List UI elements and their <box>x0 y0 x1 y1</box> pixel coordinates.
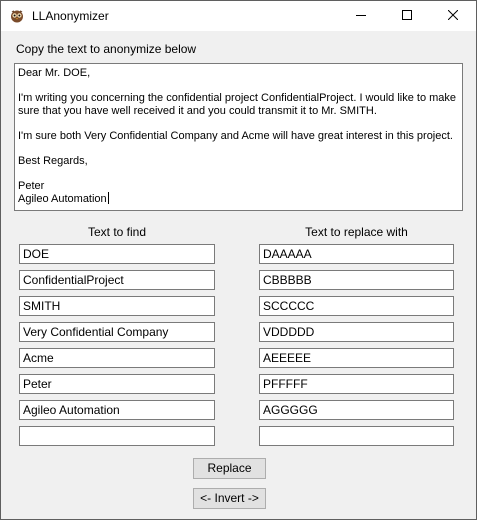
window-title: LLAnonymizer <box>32 9 109 23</box>
replace-field-5[interactable]: AEEEEE <box>259 348 454 368</box>
text-line: I'm sure both Very Confidential Company … <box>18 129 453 142</box>
text-line <box>18 142 459 155</box>
title-bar[interactable]: LLAnonymizer <box>1 1 476 31</box>
replace-field-2[interactable]: CBBBBB <box>259 270 454 290</box>
find-field-8[interactable] <box>19 426 215 446</box>
find-field-7[interactable]: Agileo Automation <box>19 400 215 420</box>
find-field-2[interactable]: ConfidentialProject <box>19 270 215 290</box>
replace-column-header: Text to replace with <box>305 225 408 239</box>
input-textarea[interactable]: Dear Mr. DOE, I'm writing you concerning… <box>14 63 463 211</box>
replace-field-1[interactable]: DAAAAA <box>259 244 454 264</box>
minimize-icon <box>356 9 366 23</box>
find-column-header: Text to find <box>87 225 147 239</box>
text-line: Peter <box>18 179 45 192</box>
replace-button[interactable]: Replace <box>193 458 266 479</box>
close-button[interactable] <box>430 1 476 31</box>
text-caret <box>107 192 109 204</box>
close-icon <box>447 9 459 23</box>
text-line <box>18 167 459 180</box>
find-field-3[interactable]: SMITH <box>19 296 215 316</box>
find-field-1[interactable]: DOE <box>19 244 215 264</box>
prompt-label: Copy the text to anonymize below <box>16 42 197 56</box>
text-line <box>18 80 459 93</box>
owl-app-icon <box>10 9 24 23</box>
app-window: LLAnonymizer Copy the text to anonymize … <box>0 0 477 520</box>
find-field-6[interactable]: Peter <box>19 374 215 394</box>
text-line <box>18 117 459 130</box>
text-line: Agileo Automation <box>18 193 107 205</box>
maximize-icon <box>402 9 412 23</box>
find-field-5[interactable]: Acme <box>19 348 215 368</box>
replace-field-3[interactable]: SCCCCC <box>259 296 454 316</box>
replace-field-7[interactable]: AGGGGG <box>259 400 454 420</box>
find-field-4[interactable]: Very Confidential Company <box>19 322 215 342</box>
replace-field-6[interactable]: PFFFFF <box>259 374 454 394</box>
text-line: Dear Mr. DOE, <box>18 67 91 79</box>
text-line: Best Regards, <box>18 154 88 167</box>
replace-field-8[interactable] <box>259 426 454 446</box>
maximize-button[interactable] <box>384 1 430 31</box>
text-line: sure that you have well received it and … <box>18 104 377 117</box>
invert-button[interactable]: <- Invert -> <box>193 488 266 509</box>
minimize-button[interactable] <box>338 1 384 31</box>
replace-field-4[interactable]: VDDDDD <box>259 322 454 342</box>
text-line-last: Agileo Automation <box>18 192 459 205</box>
text-line: I'm writing you concerning the confident… <box>18 92 457 104</box>
